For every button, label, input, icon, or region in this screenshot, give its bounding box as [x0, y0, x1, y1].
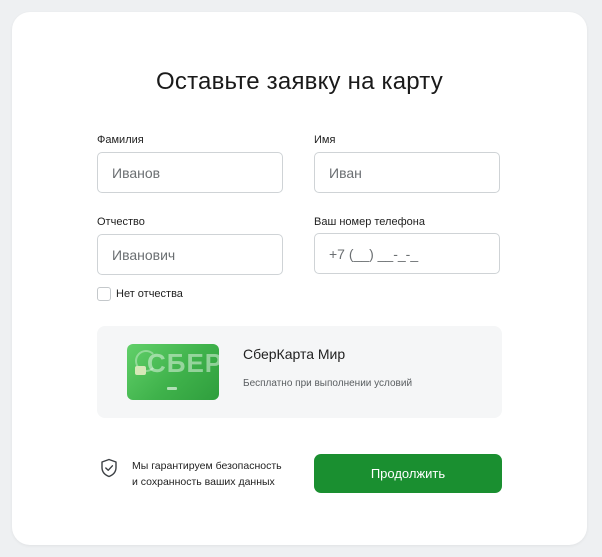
last-name-input[interactable] — [112, 164, 268, 181]
no-patronymic-label: Нет отчества — [116, 288, 183, 300]
card-logo-text: СБЕР — [147, 348, 219, 378]
phone-input[interactable] — [329, 245, 485, 262]
phone-label: Ваш номер телефона — [314, 216, 425, 228]
continue-button[interactable]: Продолжить — [314, 454, 502, 493]
phone-field[interactable] — [314, 233, 500, 274]
guarantee-line-2: и сохранность ваших данных — [132, 476, 275, 488]
card-mini-mark — [167, 387, 177, 390]
first-name-field[interactable] — [314, 152, 500, 193]
last-name-label: Фамилия — [97, 134, 144, 146]
no-patronymic-checkbox[interactable] — [97, 287, 111, 301]
guarantee-line-1: Мы гарантируем безопасность — [132, 460, 282, 472]
first-name-label: Имя — [314, 134, 336, 146]
last-name-field[interactable] — [97, 152, 283, 193]
product-info-block: СБЕР СберКарта Мир Бесплатно при выполне… — [97, 326, 502, 418]
security-guarantee: Мы гарантируем безопасность и сохранност… — [100, 458, 302, 490]
sber-card-image: СБЕР — [127, 344, 219, 400]
card-chip-icon — [135, 366, 146, 375]
application-form-card: Оставьте заявку на карту Фамилия Имя Отч… — [12, 12, 587, 545]
shield-check-icon — [100, 458, 118, 483]
first-name-input[interactable] — [329, 164, 485, 181]
guarantee-text: Мы гарантируем безопасность и сохранност… — [132, 458, 302, 490]
product-name: СберКарта Мир — [243, 346, 346, 362]
patronymic-field[interactable] — [97, 234, 283, 275]
form-title: Оставьте заявку на карту — [156, 68, 443, 95]
product-description: Бесплатно при выполнении условий — [243, 378, 413, 389]
no-patronymic-checkbox-row[interactable]: Нет отчества — [97, 287, 183, 301]
patronymic-label: Отчество — [97, 216, 145, 228]
patronymic-input[interactable] — [112, 246, 268, 263]
